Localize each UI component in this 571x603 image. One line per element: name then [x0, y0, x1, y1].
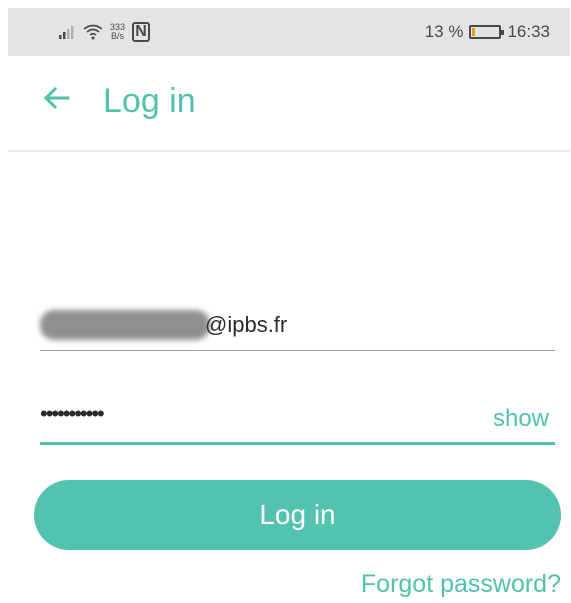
- email-redaction-blur: [40, 310, 210, 340]
- forgot-password-link[interactable]: Forgot password?: [361, 570, 561, 599]
- status-right: 13 % 16:33: [425, 20, 550, 44]
- page-title: Log in: [103, 82, 196, 120]
- show-password-toggle[interactable]: show: [493, 405, 549, 433]
- email-value: @ipbs.fr: [205, 312, 288, 337]
- login-button[interactable]: Log in: [34, 480, 561, 550]
- battery-icon: [469, 25, 505, 39]
- battery-percent: 13 %: [424, 22, 464, 41]
- status-bar: 333 B/s N 13 % 16:33: [8, 8, 570, 56]
- status-left-icons: 333 B/s N: [58, 20, 151, 44]
- nfc-icon: N: [132, 22, 151, 42]
- wifi-icon: [83, 24, 103, 40]
- arrow-left-icon[interactable]: [36, 78, 76, 118]
- clock-time: 16:33: [507, 22, 550, 41]
- password-value: •••••••••••: [40, 401, 105, 426]
- app-bar: Log in: [8, 56, 570, 152]
- network-speed-unit: B/s: [111, 31, 125, 41]
- password-field[interactable]: ••••••••••• show: [40, 395, 555, 445]
- email-field[interactable]: @ipbs.fr: [40, 304, 555, 351]
- network-speed: 333 B/s: [110, 23, 125, 41]
- signal-icon: [59, 26, 74, 39]
- battery-level-fill: [472, 28, 476, 36]
